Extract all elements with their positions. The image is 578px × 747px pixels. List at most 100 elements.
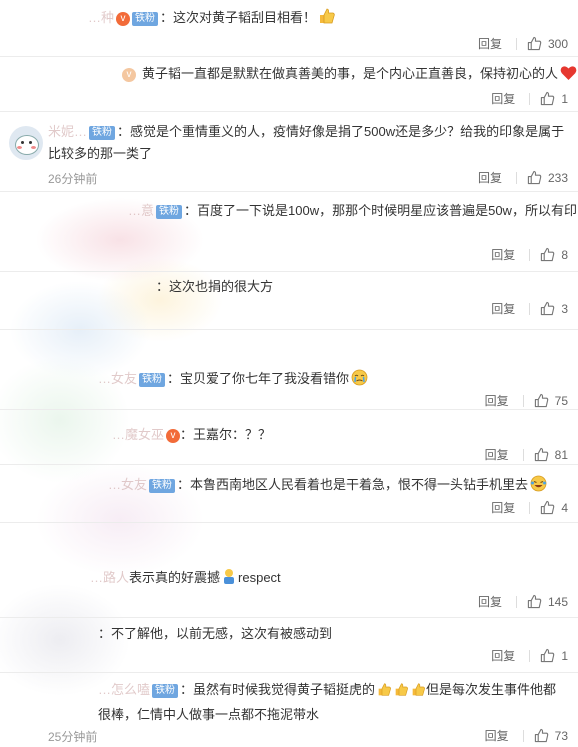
like-icon[interactable] <box>527 594 542 613</box>
avatar[interactable] <box>9 126 43 160</box>
divider <box>522 449 524 461</box>
comment-actions: 回复 73 <box>485 728 568 744</box>
like-count: 233 <box>547 171 568 185</box>
like-icon[interactable] <box>527 36 542 55</box>
person-emoji <box>222 568 236 592</box>
username[interactable]: …种 <box>88 10 114 25</box>
fan-badge: 铁粉 <box>89 126 116 140</box>
comment-actions: 回复 8 <box>491 247 568 263</box>
comment-item: v 黄子韬一直都是默默在做真善美的事，是个内心正直善良，保持初心的人 回复 1 <box>0 57 578 112</box>
comment-text: ：宝贝爱了你七年了我没看错你 <box>167 371 350 386</box>
thumbs-up-emoji <box>318 7 336 32</box>
comment-actions: 回复 1 <box>491 91 568 107</box>
divider <box>529 303 531 315</box>
comment-body: …女友 铁粉 ：本鲁西南地区人民看着也是干着急，恨不得一头钻手机里去 <box>108 474 547 499</box>
like-icon[interactable] <box>540 301 555 320</box>
reply-button[interactable]: 回复 <box>491 648 515 664</box>
comment-text: ：本鲁西南地区人民看着也是干着急，恨不得一头钻手机里去 <box>177 477 529 492</box>
username[interactable]: …女友 <box>98 371 137 386</box>
comment-actions: 回复 75 <box>485 393 568 409</box>
username[interactable]: 米妮… <box>48 124 87 139</box>
reply-button[interactable]: 回复 <box>491 301 515 317</box>
vip-icon: v <box>166 429 181 443</box>
thumbs-up-emoji <box>411 682 426 704</box>
comment-actions: 回复 233 <box>478 170 568 186</box>
reply-button[interactable]: 回复 <box>478 36 502 52</box>
comment-body: ：这次也捐的很大方 <box>156 276 273 298</box>
username[interactable]: …魔女巫 <box>112 427 164 442</box>
vip-icon: v <box>122 68 136 82</box>
avatar-eye <box>29 141 32 144</box>
comment-item: 米妮… 铁粉 ：感觉是个重情重义的人，疫情好像是捐了500w还是多少？给我的印象是属… <box>0 112 578 192</box>
divider <box>515 596 517 608</box>
divider <box>515 38 517 50</box>
comment-time: 25分钟前 <box>48 730 98 744</box>
comment-body: ：不了解他，以前无感，这次有被感动到 <box>98 623 332 645</box>
like-count: 145 <box>547 595 568 609</box>
like-icon[interactable] <box>540 648 555 667</box>
red-heart-emoji <box>560 65 577 88</box>
divider <box>529 650 531 662</box>
comment-item: …女友 铁粉 ：本鲁西南地区人民看着也是干着急，恨不得一头钻手机里去 回复 4 <box>0 465 578 523</box>
comment-text: ：这次对黄子韬刮目相看！ <box>160 10 317 25</box>
comment-text: 表示真的好震撼 <box>129 570 221 585</box>
comment-item: …路人表示真的好震撼 respect 回复 145 <box>0 523 578 618</box>
comment-body: 米妮… 铁粉 ：感觉是个重情重义的人，疫情好像是捐了500w还是多少？给我的印象是属… <box>48 121 568 165</box>
like-count: 1 <box>561 649 568 663</box>
comment-item: ：不了解他，以前无感，这次有被感动到 回复 1 <box>0 618 578 673</box>
divider <box>522 730 524 742</box>
comment-actions: 回复 4 <box>491 500 568 516</box>
username[interactable]: …怎么嗑 <box>98 682 150 697</box>
like-count: 8 <box>561 248 568 262</box>
avatar-cheek <box>17 146 22 149</box>
username[interactable]: …女友 <box>108 477 147 492</box>
fan-badge: 铁粉 <box>152 684 179 698</box>
reply-button[interactable]: 回复 <box>491 91 515 107</box>
username[interactable]: …路人 <box>90 570 129 585</box>
comment-item: …意 铁粉 ：百度了一下说是100w，那那个时候明星应该普遍是50w，所以有印 回复… <box>0 192 578 272</box>
comment-item: ：这次也捐的很大方 回复 3 <box>0 272 578 330</box>
fan-badge: 铁粉 <box>139 373 166 387</box>
comment-text: ：不了解他，以前无感，这次有被感动到 <box>98 626 333 641</box>
like-icon[interactable] <box>534 728 549 747</box>
fan-badge: 铁粉 <box>156 205 183 219</box>
comment-body: v 黄子韬一直都是默默在做真善美的事，是个内心正直善良，保持初心的人 <box>120 63 577 88</box>
divider <box>529 502 531 514</box>
fan-badge: 铁粉 <box>132 12 159 26</box>
reply-button[interactable]: 回复 <box>478 170 502 186</box>
laugh-cry-emoji <box>530 475 547 499</box>
comment-text: ：虽然有时候我觉得黄子韬挺虎的 <box>180 682 376 697</box>
comment-body: …种 v 铁粉 ：这次对黄子韬刮目相看！ <box>88 7 336 32</box>
reply-button[interactable]: 回复 <box>485 393 509 409</box>
reply-button[interactable]: 回复 <box>491 500 515 516</box>
comment-item: …种 v 铁粉 ：这次对黄子韬刮目相看！ 回复 300 <box>0 0 578 57</box>
comment-item: …魔女巫 v ：王嘉尔：？？ 回复 81 <box>0 410 578 465</box>
reply-button[interactable]: 回复 <box>485 447 509 463</box>
comment-text: ：感觉是个重情重义的人，疫情好像是捐了500w还是多少？给我的印象是属于比较多的… <box>48 124 565 161</box>
reply-button[interactable]: 回复 <box>485 728 509 744</box>
comment-time: 26分钟前 <box>48 172 98 186</box>
like-count: 1 <box>561 92 568 106</box>
reply-button[interactable]: 回复 <box>491 247 515 263</box>
like-icon[interactable] <box>540 500 555 519</box>
comment-item: …女友 铁粉 ：宝贝爱了你七年了我没看错你 回复 75 <box>0 330 578 410</box>
comment-actions: 回复 145 <box>478 594 568 610</box>
avatar-cheek <box>31 146 36 149</box>
comment-actions: 回复 300 <box>478 36 568 52</box>
like-count: 73 <box>554 729 568 743</box>
thumbs-up-emoji <box>377 682 392 704</box>
comment-body: …怎么嗑 铁粉 ：虽然有时候我觉得黄子韬挺虎的 但是每次发生事件他都很棒，仁情中人做… <box>98 679 568 726</box>
comment-actions: 回复 3 <box>491 301 568 317</box>
like-icon[interactable] <box>527 170 542 189</box>
divider <box>522 395 524 407</box>
reply-button[interactable]: 回复 <box>478 594 502 610</box>
like-icon[interactable] <box>540 247 555 266</box>
like-icon[interactable] <box>540 91 555 110</box>
comment-text: 黄子韬一直都是默默在做真善美的事，是个内心正直善良，保持初心的人 <box>142 66 559 81</box>
vip-icon: v <box>116 12 131 26</box>
avatar-face <box>15 135 39 155</box>
comment-text: ：王嘉尔：？？ <box>180 427 272 442</box>
comment-item: …怎么嗑 铁粉 ：虽然有时候我觉得黄子韬挺虎的 但是每次发生事件他都很棒，仁情中人做… <box>0 673 578 747</box>
username[interactable]: …意 <box>128 203 154 218</box>
comment-text: ：这次也捐的很大方 <box>156 279 274 294</box>
